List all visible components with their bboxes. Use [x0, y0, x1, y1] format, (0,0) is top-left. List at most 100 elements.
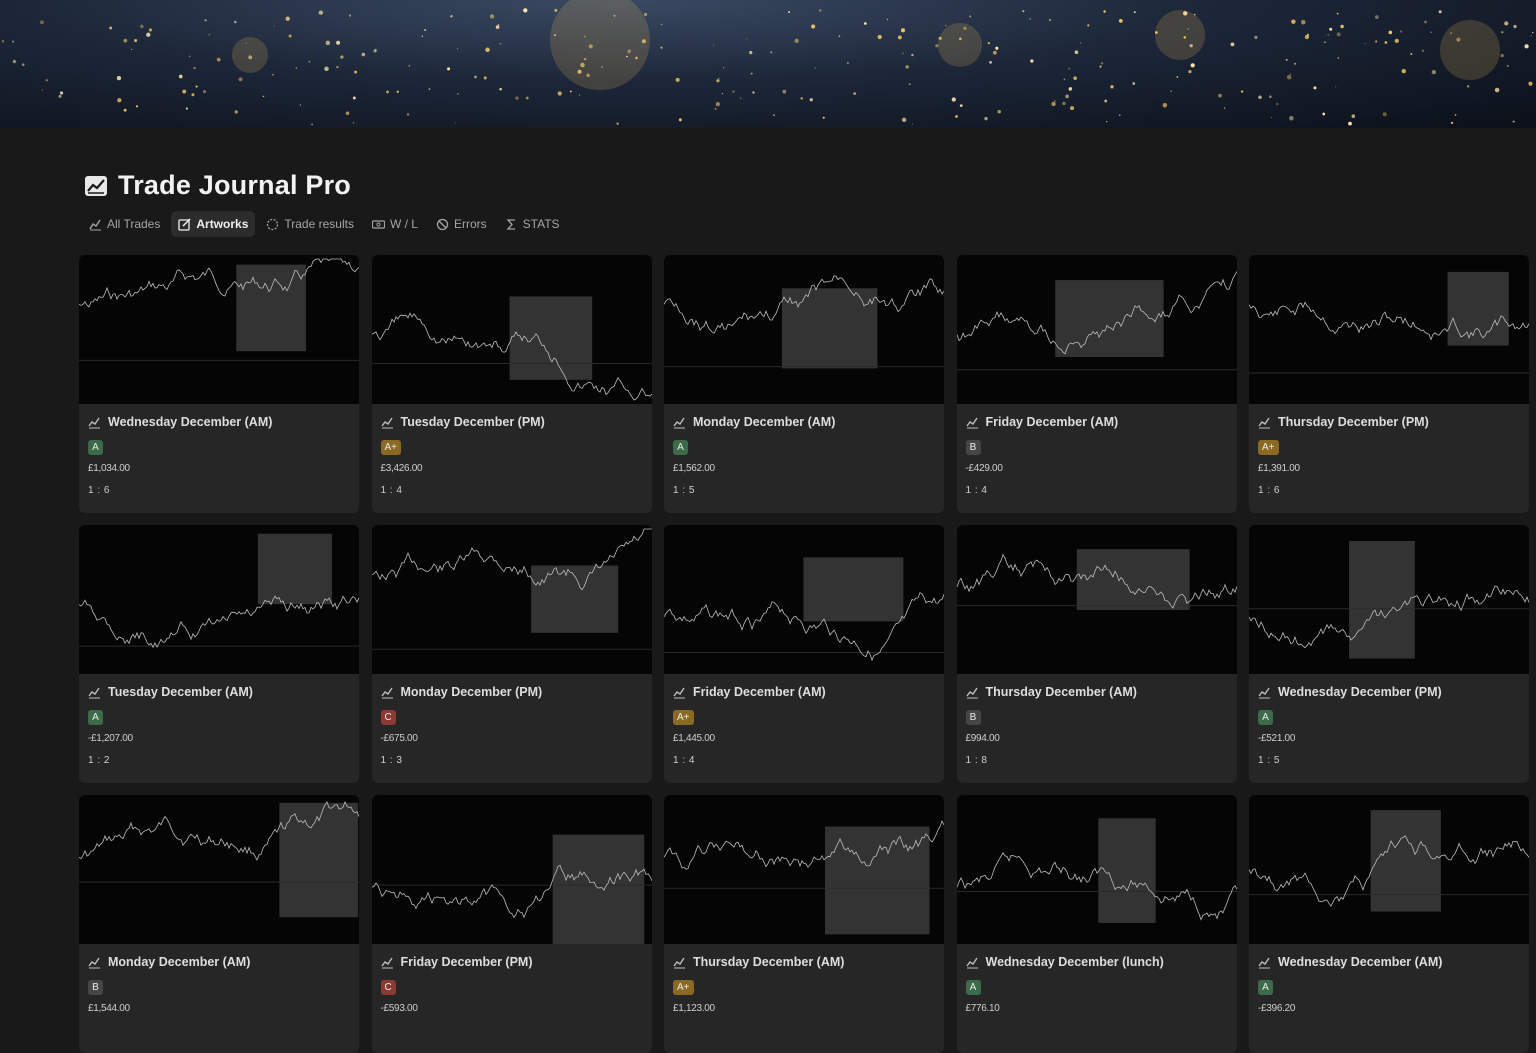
card-title-text: Thursday December (AM)	[693, 955, 845, 969]
tab-label: W / L	[389, 217, 418, 231]
card-title-text: Monday December (PM)	[400, 685, 543, 699]
chart-screenshot	[1249, 525, 1529, 674]
chart-screenshot	[956, 255, 1237, 404]
risk-reward-value: 1 : 5	[1258, 755, 1280, 766]
grade-badge: B	[88, 980, 103, 995]
tab-artworks[interactable]: Artworks	[171, 211, 256, 237]
card-title-text: Friday December (PM)	[400, 955, 533, 969]
pnl-value: £1,544.00	[88, 1003, 130, 1014]
chart-line-icon	[85, 175, 107, 196]
trade-card[interactable]: Monday December (AM) B £1,544.00	[79, 795, 359, 1053]
card-title: Thursday December (AM)	[965, 684, 1228, 700]
card-title-text: Monday December (AM)	[108, 955, 251, 969]
trade-card[interactable]: Friday December (AM) B -£429.00 1 : 4	[956, 255, 1237, 513]
card-title-text: Friday December (AM)	[693, 685, 826, 699]
price-chart-image	[664, 820, 944, 935]
trade-card[interactable]: Friday December (AM) A+ £1,445.00 1 : 4	[664, 525, 944, 783]
card-title-text: Wednesday December (PM)	[1278, 685, 1442, 699]
pnl-value: -£1,207.00	[88, 733, 133, 744]
risk-reward-value: 1 : 8	[965, 755, 988, 766]
chart-icon	[965, 417, 978, 428]
tab-win-loss[interactable]: W / L	[365, 211, 425, 237]
trade-card[interactable]: Tuesday December (AM) A -£1,207.00 1 : 2	[79, 525, 359, 783]
price-chart-image	[371, 296, 652, 401]
tab-all-trades[interactable]: All Trades	[82, 211, 167, 237]
risk-reward-value: 1 : 5	[673, 485, 695, 496]
grade-badge: A	[673, 440, 688, 455]
card-title-text: Friday December (AM)	[985, 415, 1119, 429]
tab-label: Trade results	[284, 217, 354, 231]
trade-card[interactable]: Wednesday December (AM) A £1,034.00 1 : 6	[79, 255, 359, 513]
risk-reward-value: 1 : 4	[380, 485, 403, 496]
grade-badge: A	[88, 710, 103, 725]
pnl-value: £3,426.00	[380, 463, 423, 474]
tab-trade-results[interactable]: Trade results	[259, 211, 361, 237]
chart-screenshot	[664, 525, 944, 674]
trade-card[interactable]: Wednesday December (lunch) A £776.10	[956, 795, 1237, 1053]
circle-dashed-icon	[267, 218, 279, 230]
card-title-text: Tuesday December (PM)	[400, 415, 545, 429]
chart-screenshot	[956, 525, 1237, 674]
card-title: Wednesday December (PM)	[1258, 684, 1520, 700]
card-title-text: Thursday December (AM)	[985, 685, 1137, 699]
chart-icon	[965, 957, 978, 968]
price-chart-image	[79, 258, 359, 361]
earth-night-image	[1, 0, 1534, 126]
grade-badge: A+	[673, 710, 694, 725]
price-chart-image	[79, 533, 359, 649]
trade-card[interactable]: Thursday December (AM) B £994.00 1 : 8	[956, 525, 1237, 783]
chart-screenshot	[79, 795, 359, 944]
price-chart-image	[371, 834, 652, 944]
trade-card[interactable]: Monday December (AM) A £1,562.00 1 : 5	[664, 255, 944, 513]
card-title-text: Wednesday December (AM)	[108, 415, 273, 429]
trade-card[interactable]: Thursday December (AM) A+ £1,123.00	[664, 795, 944, 1053]
pnl-value: £776.10	[965, 1003, 1000, 1014]
cover-image	[0, 0, 1536, 128]
chart-icon	[965, 687, 978, 698]
chart-icon	[380, 957, 393, 968]
trade-card[interactable]: Thursday December (PM) A+ £1,391.00 1 : 6	[1249, 255, 1529, 513]
grade-badge: A	[1258, 980, 1273, 995]
money-icon	[371, 219, 385, 229]
risk-reward-value: 1 : 4	[673, 755, 695, 766]
price-chart-image	[1249, 271, 1529, 374]
trade-card[interactable]: Friday December (PM) C -£593.00	[371, 795, 652, 1053]
pnl-value: -£593.00	[380, 1003, 418, 1014]
chart-screenshot	[79, 525, 359, 674]
card-title: Wednesday December (AM)	[88, 414, 350, 430]
trade-card[interactable]: Monday December (PM) C -£675.00 1 : 3	[371, 525, 652, 783]
card-title: Friday December (AM)	[965, 414, 1228, 430]
price-chart-image	[371, 528, 652, 650]
chart-screenshot	[664, 255, 944, 404]
card-title: Monday December (AM)	[673, 414, 935, 430]
grade-badge: A+	[1258, 440, 1279, 455]
price-chart-image	[664, 275, 944, 369]
grade-badge: B	[965, 440, 981, 455]
tab-label: All Trades	[107, 217, 161, 231]
risk-reward-value: 1 : 4	[965, 485, 988, 496]
tab-errors[interactable]: Errors	[429, 211, 494, 237]
price-chart-image	[956, 549, 1237, 610]
card-title: Monday December (PM)	[380, 684, 643, 700]
risk-reward-value: 1 : 3	[380, 755, 403, 766]
price-chart-image	[79, 800, 359, 918]
tab-stats[interactable]: STATS	[498, 211, 567, 237]
chart-icon	[380, 417, 393, 428]
risk-reward-value: 1 : 6	[1258, 485, 1280, 496]
chart-icon	[673, 687, 685, 698]
risk-reward-value: 1 : 6	[88, 485, 110, 496]
chart-icon	[1258, 417, 1270, 428]
trade-card[interactable]: Wednesday December (PM) A -£521.00 1 : 5	[1249, 525, 1529, 783]
prohibited-icon	[436, 218, 449, 230]
pnl-value: -£675.00	[380, 733, 418, 744]
chart-icon	[673, 417, 685, 428]
trade-card[interactable]: Tuesday December (PM) A+ £3,426.00 1 : 4	[371, 255, 652, 513]
card-title-text: Monday December (AM)	[693, 415, 836, 429]
price-chart-image	[956, 818, 1237, 923]
price-chart-image	[664, 557, 944, 662]
chart-icon	[1258, 957, 1270, 968]
page-title: Trade Journal Pro	[118, 170, 351, 200]
trade-card[interactable]: Wednesday December (AM) A -£396.20	[1249, 795, 1529, 1053]
grade-badge: B	[965, 710, 981, 725]
pnl-value: £1,034.00	[88, 463, 130, 474]
